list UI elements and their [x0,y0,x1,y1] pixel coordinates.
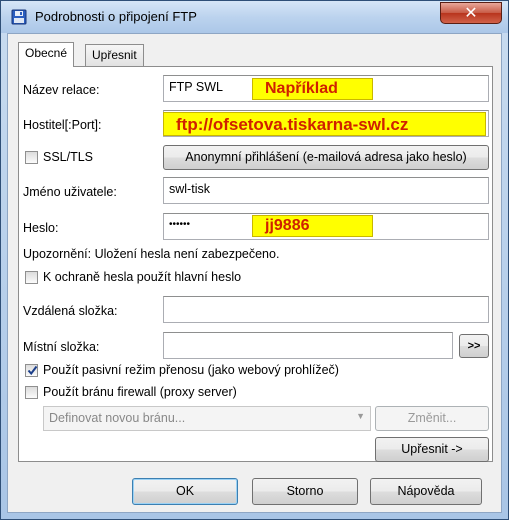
gateway-select: Definovat novou bránu... ▼ [43,406,371,431]
host-example-annotation: ftp://ofsetova.tiskarna-swl.cz [163,112,486,136]
advanced-button[interactable]: Upřesnit -> [375,437,489,462]
gateway-select-value: Definovat novou bránu... [49,411,186,425]
chevron-down-icon: ▼ [356,411,365,421]
floppy-disk-icon [11,9,27,25]
close-icon: ✕ [464,3,478,22]
passive-mode-label: Použít pasivní režim přenosu (jako webov… [43,363,339,377]
remote-folder-label: Vzdálená složka: [23,304,118,318]
change-gateway-button: Změnit... [375,406,489,431]
general-tab-panel: Název relace: FTP SWL Například Hostitel… [18,66,493,462]
password-label: Heslo: [23,221,59,235]
dialog-body: Obecné Upřesnit Název relace: FTP SWL Na… [7,33,502,513]
password-warning-text: Upozornění: Uložení hesla není zabezpeče… [23,247,280,261]
cancel-button[interactable]: Storno [252,478,358,505]
master-password-label: K ochraně hesla použít hlavní heslo [43,270,242,284]
ok-button[interactable]: OK [132,478,238,505]
username-label: Jméno uživatele: [23,185,117,199]
ssl-checkbox[interactable] [25,151,38,164]
remote-folder-input[interactable] [163,296,489,323]
session-name-label: Název relace: [23,83,100,97]
firewall-label: Použít bránu firewall (proxy server) [43,385,237,399]
password-example-annotation: jj9886 [252,215,373,237]
anonymous-login-button[interactable]: Anonymní přihlášení (e-mailová adresa ja… [163,145,489,170]
ftp-connection-dialog: Podrobnosti o připojení FTP ✕ Obecné Upř… [0,0,509,520]
passive-mode-checkbox[interactable] [25,364,38,377]
host-label: Hostitel[:Port]: [23,118,102,132]
title-bar[interactable]: Podrobnosti o připojení FTP ✕ [1,1,508,33]
close-button[interactable]: ✕ [440,2,502,24]
help-button[interactable]: Nápověda [370,478,482,505]
example-annotation: Například [252,78,373,100]
username-input[interactable]: swl-tisk [163,177,489,204]
local-folder-input[interactable] [163,332,453,359]
master-password-checkbox[interactable] [25,271,38,284]
browse-local-folder-button[interactable]: >> [459,334,489,358]
firewall-checkbox[interactable] [25,386,38,399]
tab-advanced[interactable]: Upřesnit [85,44,144,66]
local-folder-label: Místní složka: [23,340,100,354]
tab-general[interactable]: Obecné [18,42,75,67]
checkmark-icon [27,365,38,376]
ssl-label: SSL/TLS [43,150,94,164]
window-title: Podrobnosti o připojení FTP [35,9,197,24]
